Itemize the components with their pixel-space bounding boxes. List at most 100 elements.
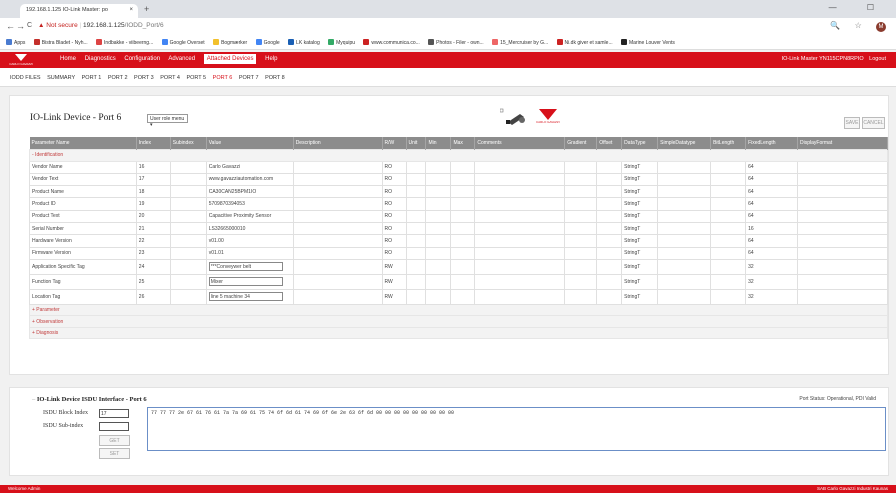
subnav-iodd-files[interactable]: IODD FILES xyxy=(10,75,41,81)
group-parameter[interactable]: + Parameter xyxy=(29,303,888,317)
subnav-port-5[interactable]: PORT 5 xyxy=(186,75,206,81)
col-header: Description xyxy=(293,137,383,150)
address-bar: ← → C ▲ Not secure | 192.168.1.125/IODD_… xyxy=(0,18,896,36)
reload-icon[interactable]: C xyxy=(27,22,32,29)
port-status: Port Status: Operational, PDI Valid xyxy=(799,396,876,402)
set-button[interactable]: SET xyxy=(99,448,130,459)
bookmark-item[interactable]: 15_Mercruiser by G... xyxy=(492,39,548,46)
url-field[interactable]: ▲ Not secure | 192.168.1.125/IODD_Port/6 xyxy=(38,22,164,29)
tab-title: 192.168.1.125 IO-Link Master: po xyxy=(26,7,108,13)
device-brand-logo: CARLO GAVAZZI xyxy=(536,109,560,124)
save-button[interactable]: SAVE xyxy=(844,117,860,129)
table-row: Vendor Name 16 Carlo Gavazzi RO StringT 64 xyxy=(29,160,888,174)
location-tag-input[interactable]: line 5 machine 34 xyxy=(208,292,283,302)
group-identification[interactable]: - Identification xyxy=(29,149,888,162)
subnav-summary[interactable]: SUMMARY xyxy=(47,75,75,81)
new-tab-icon[interactable]: + xyxy=(144,4,149,14)
table-row: Firmware Version 23 v01.01 RO StringT 64 xyxy=(29,246,888,260)
app-footer: Welcome Admin SAB Carlo Gavazzi Industri… xyxy=(0,485,896,493)
forward-icon[interactable]: → xyxy=(16,21,25,31)
tab-close-icon[interactable]: × xyxy=(129,7,133,13)
bookmarks-bar: Apps Bistra Bladet - Nyh... Indbakke - v… xyxy=(0,36,896,50)
menu-help[interactable]: Help xyxy=(265,56,277,62)
get-button[interactable]: GET xyxy=(99,435,130,446)
subnav-port-2[interactable]: PORT 2 xyxy=(108,75,128,81)
isdu-block-index-label: ISDU Block Index xyxy=(43,410,88,416)
col-header: SimpleDatatype xyxy=(657,137,712,150)
col-header: Min xyxy=(425,137,452,150)
bookmark-item[interactable]: Marine Louver Vents xyxy=(621,39,675,46)
warning-icon: ▲ xyxy=(38,22,47,29)
device-label: IO-Link Master YN115CPN8RPIO xyxy=(781,56,864,62)
col-header: Parameter Name xyxy=(29,137,137,150)
bookmark-item[interactable]: www.communica.co... xyxy=(363,39,420,46)
port-subnav: IODD FILES SUMMARY PORT 1 PORT 2 PORT 3 … xyxy=(0,68,896,87)
isdu-block-index-input[interactable]: 17 xyxy=(99,409,129,418)
browser-tab[interactable]: 192.168.1.125 IO-Link Master: po × xyxy=(20,4,138,18)
col-header: Value xyxy=(206,137,294,150)
col-header: Gradient xyxy=(564,137,598,150)
main-menu: Home Diagnostics Configuration Advanced … xyxy=(60,54,285,64)
bookmark-item[interactable]: Photos - Filer - own... xyxy=(428,39,484,46)
menu-configuration[interactable]: Configuration xyxy=(124,56,160,62)
subnav-port-7[interactable]: PORT 7 xyxy=(239,75,259,81)
isdu-panel: – IO-Link Device ISDU Interface - Port 6… xyxy=(9,387,889,476)
logout-link[interactable]: Logout xyxy=(869,56,886,62)
url-host: 192.168.1.125 xyxy=(83,22,125,29)
col-header: Comments xyxy=(474,137,566,150)
menu-home[interactable]: Home xyxy=(60,56,76,62)
subnav-port-8[interactable]: PORT 8 xyxy=(265,75,285,81)
col-header: BitLength xyxy=(710,137,747,150)
search-star-icons[interactable]: 🔍 ☆ xyxy=(830,21,867,30)
col-header: Offset xyxy=(596,137,623,150)
col-header: DataType xyxy=(621,137,659,150)
group-observation[interactable]: + Observation xyxy=(29,315,888,328)
table-row: Serial Number 21 LS32665000010 RO StringT 16 xyxy=(29,221,888,236)
table-row: Product ID 19 5709870394053 RO StringT 64 xyxy=(29,197,888,211)
col-header: DisplayFormat xyxy=(797,137,888,150)
col-header: Unit xyxy=(406,137,427,150)
application-tag-input[interactable]: ***Conveywer belt xyxy=(208,262,283,272)
back-icon[interactable]: ← xyxy=(6,21,15,31)
subnav-port-1[interactable]: PORT 1 xyxy=(82,75,102,81)
isdu-sub-index-input[interactable] xyxy=(99,422,129,431)
isdu-data-textarea[interactable]: 77 77 77 2e 67 61 76 61 7a 7a 69 61 75 7… xyxy=(147,407,886,451)
logo-triangle-icon xyxy=(15,54,27,61)
menu-advanced[interactable]: Advanced xyxy=(168,56,195,62)
bookmark-item[interactable]: Myquipu xyxy=(328,39,355,46)
bookmark-item[interactable]: Indbakke - viibeerng... xyxy=(96,39,153,46)
table-header: Parameter Name Index Subindex Value Desc… xyxy=(29,137,888,150)
bookmark-item[interactable]: Bogmærker xyxy=(213,39,247,46)
table-row: Product Name 18 CA30CAN25BPM1IO RO StringT 64 xyxy=(29,185,888,199)
cancel-button[interactable]: CANCEL xyxy=(862,117,885,129)
table-row: Hardware Version 22 v01.00 RO StringT 64 xyxy=(29,234,888,248)
col-header: Index xyxy=(136,137,171,150)
bookmark-item[interactable]: Google Overset xyxy=(161,39,205,46)
col-header: R/W xyxy=(382,137,407,150)
table-row: Vendor Text 17 www.gavazziautomation.com RO… xyxy=(29,172,888,187)
user-role-select[interactable]: User role menu ▾ xyxy=(147,114,188,128)
window-controls[interactable]: — ☐ xyxy=(829,3,888,12)
table-row-editable: Location Tag 26 line 5 machine 34 RW StringT… xyxy=(29,288,888,305)
app-header: CARLO GAVAZZI Home Diagnostics Configura… xyxy=(0,52,896,68)
brand-logo: CARLO GAVAZZI xyxy=(9,54,33,67)
bookmark-item[interactable]: LK katalog xyxy=(288,39,320,46)
security-warning: Not secure xyxy=(46,22,78,29)
col-header: Subindex xyxy=(170,137,207,150)
avatar[interactable]: M xyxy=(876,22,886,32)
url-path: /IODD_Port/6 xyxy=(124,22,164,29)
function-tag-input[interactable]: Mixer xyxy=(208,277,283,287)
bookmark-item[interactable]: Bistra Bladet - Nyh... xyxy=(33,39,88,46)
col-header: Max xyxy=(450,137,476,150)
bookmark-item[interactable]: Apps xyxy=(6,39,25,46)
isdu-sub-index-label: ISDU Sub-index xyxy=(43,423,84,429)
subnav-port-6[interactable]: PORT 6 xyxy=(213,75,233,81)
menu-diagnostics[interactable]: Diagnostics xyxy=(85,56,116,62)
menu-attached-devices[interactable]: Attached Devices xyxy=(203,54,257,64)
group-diagnosis[interactable]: + Diagnosis xyxy=(29,326,888,340)
bookmark-item[interactable]: Google xyxy=(255,39,280,46)
subnav-port-4[interactable]: PORT 4 xyxy=(160,75,180,81)
subnav-port-3[interactable]: PORT 3 xyxy=(134,75,154,81)
bookmark-item[interactable]: Ni.dk giver et samle... xyxy=(556,39,613,46)
table-row-editable: Function Tag 25 Mixer RW StringT 32 xyxy=(29,273,888,290)
